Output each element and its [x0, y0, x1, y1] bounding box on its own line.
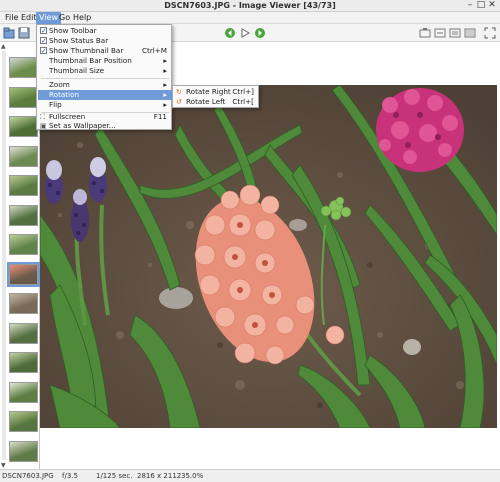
menu-item-set-as-wallpaper[interactable]: ▣ Set as Wallpaper... — [38, 121, 172, 131]
menu-item-show-toolbar[interactable]: ✓ Show Toolbar — [38, 26, 172, 36]
menu-item-label: Show Toolbar — [49, 26, 97, 35]
menu-item-label: Flip — [49, 100, 62, 109]
menu-item-accelerator: Ctrl+[ — [232, 97, 254, 106]
wallpaper-icon: ▣ — [40, 122, 47, 130]
menu-item-label: Rotate Right — [186, 87, 231, 96]
submenu-arrow-icon: ▸ — [163, 66, 167, 75]
menu-item-label: Set as Wallpaper... — [49, 121, 116, 130]
submenu-arrow-icon: ▸ — [163, 90, 167, 99]
thumbnail-item[interactable] — [9, 293, 38, 314]
status-aperture: f/3.5 — [62, 472, 78, 480]
view-menu-dropdown: ✓ Show Toolbar ✓ Show Status Bar ✓ Show … — [36, 24, 172, 130]
zoom-out-icon[interactable] — [434, 27, 446, 39]
thumbnail-item[interactable] — [7, 261, 40, 287]
scroll-down-icon[interactable]: ▼ — [1, 462, 7, 469]
menu-item-label: Rotation — [49, 90, 80, 99]
close-button[interactable]: ✕ — [487, 1, 497, 11]
thumbnail-item[interactable] — [9, 175, 38, 196]
menu-item-show-thumbnail-bar[interactable]: ✓ Show Thumbnail Bar Ctrl+M — [38, 46, 172, 56]
menu-item-label: Rotate Left — [186, 97, 226, 106]
maximize-button[interactable]: □ — [476, 1, 486, 11]
submenu-arrow-icon: ▸ — [163, 100, 167, 109]
checkbox-checked-icon[interactable]: ✓ — [40, 27, 47, 35]
status-bar: DSCN7603.JPG f/3.5 1/125 sec. 2816 x 211… — [0, 469, 500, 482]
thumbnail-bar[interactable]: ▲ ▼ — [0, 42, 40, 469]
fit-icon[interactable] — [449, 27, 461, 39]
menu-item-accelerator: Ctrl+M — [141, 46, 167, 55]
thumbnail-item[interactable] — [9, 352, 38, 373]
menu-item-label: Show Status Bar — [49, 36, 109, 45]
thumbnail-item[interactable] — [9, 411, 38, 432]
checkbox-checked-icon[interactable]: ✓ — [40, 47, 47, 55]
menu-item-rotation[interactable]: Rotation ▸ — [38, 90, 172, 100]
thumbnail-scrollbar[interactable] — [2, 51, 6, 460]
scroll-up-icon[interactable]: ▲ — [1, 43, 7, 50]
image-canvas[interactable] — [40, 85, 497, 428]
menu-item-rotate-right[interactable]: ↻ Rotate Right Ctrl+] — [174, 87, 259, 97]
submenu-arrow-icon: ▸ — [163, 80, 167, 89]
menu-item-label: Zoom — [49, 80, 70, 89]
rotate-right-icon: ↻ — [176, 88, 182, 96]
play-icon[interactable] — [239, 27, 251, 39]
menu-item-zoom[interactable]: Zoom ▸ — [38, 80, 172, 90]
thumbnail-item[interactable] — [9, 57, 38, 78]
zoom-in-icon[interactable] — [419, 27, 431, 39]
thumbnail-item[interactable] — [9, 116, 38, 137]
menu-item-label: Thumbnail Size — [49, 66, 105, 75]
menu-item-label: Thumbnail Bar Position — [49, 56, 132, 65]
status-dimensions: 2816 x 2112 — [137, 472, 182, 480]
back-icon[interactable] — [224, 27, 236, 39]
menu-item-rotate-left[interactable]: ↺ Rotate Left Ctrl+[ — [174, 97, 259, 107]
submenu-arrow-icon: ▸ — [163, 56, 167, 65]
fullscreen-icon: ⛶ — [40, 113, 45, 121]
thumbnail-item[interactable] — [9, 322, 38, 344]
save-icon[interactable] — [18, 27, 30, 39]
menu-help[interactable]: Help — [70, 12, 94, 24]
rotation-submenu: ↻ Rotate Right Ctrl+] ↺ Rotate Left Ctrl… — [172, 85, 259, 108]
thumbnail-item[interactable] — [9, 381, 38, 403]
menu-item-label: Show Thumbnail Bar — [49, 46, 124, 55]
menu-item-accelerator: Ctrl+] — [232, 87, 254, 96]
minimize-button[interactable]: – — [465, 1, 475, 11]
menu-item-thumbnail-size[interactable]: Thumbnail Size ▸ — [38, 66, 172, 76]
forward-icon[interactable] — [254, 27, 266, 39]
title-bar: DSCN7603.JPG - Image Viewer [43/73] – □ … — [0, 0, 500, 12]
fullscreen-icon[interactable] — [484, 27, 496, 39]
menu-separator — [41, 78, 169, 79]
thumbnail-item[interactable] — [9, 234, 38, 255]
menu-bar: File Edit View Go Help — [0, 12, 500, 24]
thumbnail-item[interactable] — [9, 145, 38, 167]
original-size-icon[interactable] — [464, 27, 476, 39]
open-icon[interactable] — [3, 27, 15, 39]
status-zoom: 35.0% — [181, 472, 204, 480]
checkbox-checked-icon[interactable]: ✓ — [40, 37, 47, 45]
thumbnail-item[interactable] — [9, 204, 38, 226]
flower-photo — [40, 85, 497, 428]
status-filename: DSCN7603.JPG — [2, 472, 54, 480]
menu-item-flip[interactable]: Flip ▸ — [38, 100, 172, 110]
thumbnail-item[interactable] — [9, 86, 38, 108]
menu-item-thumbnail-bar-position[interactable]: Thumbnail Bar Position ▸ — [38, 56, 172, 66]
window-title: DSCN7603.JPG - Image Viewer [43/73] — [164, 1, 336, 10]
rotate-left-icon: ↺ — [176, 98, 182, 106]
menu-item-show-status-bar[interactable]: ✓ Show Status Bar — [38, 36, 172, 46]
thumbnail-item[interactable] — [9, 440, 38, 462]
status-exposure: 1/125 sec. — [96, 472, 133, 480]
